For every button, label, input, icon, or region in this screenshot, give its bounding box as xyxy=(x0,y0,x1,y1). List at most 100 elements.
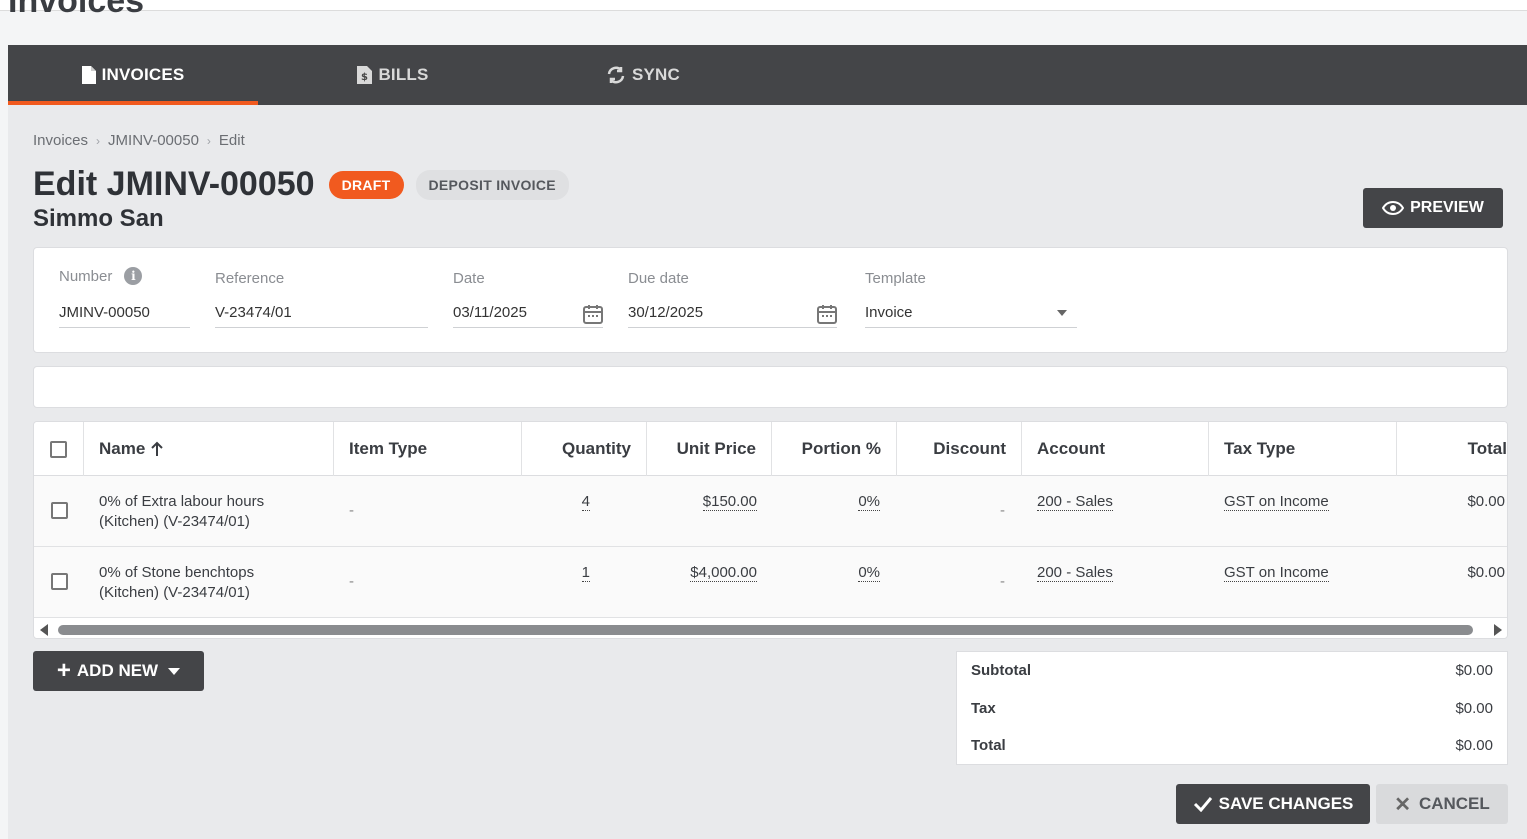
total-label: Total xyxy=(971,737,1006,754)
save-label: SAVE CHANGES xyxy=(1218,794,1354,813)
account[interactable]: 200 - Sales xyxy=(1037,493,1113,511)
tax-value: $0.00 xyxy=(1455,700,1493,717)
reference-input[interactable]: V-23474/01 xyxy=(215,296,428,328)
item-name[interactable]: 0% of Stone benchtops (Kitchen) (V-23474… xyxy=(99,563,254,603)
svg-text:$: $ xyxy=(361,72,368,83)
item-type[interactable]: - xyxy=(349,502,354,519)
preview-label: PREVIEW xyxy=(1410,199,1484,216)
breadcrumb-invoices[interactable]: Invoices xyxy=(33,132,88,149)
discount[interactable]: - xyxy=(1000,502,1005,519)
template-select[interactable]: Invoice xyxy=(865,296,1077,328)
sort-ascending-icon xyxy=(151,441,164,456)
file-icon xyxy=(81,66,96,84)
col-discount[interactable]: Discount xyxy=(897,422,1022,476)
col-account[interactable]: Account xyxy=(1022,422,1209,476)
save-changes-button[interactable]: SAVE CHANGES xyxy=(1176,784,1370,824)
info-icon[interactable]: i xyxy=(124,267,143,285)
account[interactable]: 200 - Sales xyxy=(1037,564,1113,582)
add-new-label: ADD NEW xyxy=(76,661,159,680)
scrollbar-thumb[interactable] xyxy=(58,625,1473,635)
cancel-button[interactable]: ✕ CANCEL xyxy=(1376,784,1508,824)
total-row: Total $0.00 xyxy=(971,737,1493,754)
reference-label: Reference xyxy=(215,270,285,287)
template-value: Invoice xyxy=(865,304,913,321)
line-items-table: Name Item Type Quantity Unit Price Porti… xyxy=(33,421,1508,639)
template-label: Template xyxy=(865,270,926,287)
line-total: $0.00 xyxy=(1467,493,1505,510)
invoice-details-card: Number i JMINV-00050 Reference V-23474/0… xyxy=(33,247,1508,353)
item-name[interactable]: 0% of Extra labour hours (Kitchen) (V-23… xyxy=(99,492,264,532)
col-name[interactable]: Name xyxy=(84,422,334,476)
add-new-button[interactable]: + ADD NEW xyxy=(33,651,204,691)
breadcrumb-invoice-number[interactable]: JMINV-00050 xyxy=(108,132,199,149)
notes-bar xyxy=(33,366,1508,408)
page-title: Edit JMINV-00050 xyxy=(33,165,315,203)
calendar-icon[interactable] xyxy=(817,304,837,324)
item-type[interactable]: - xyxy=(349,573,354,590)
caret-down-icon xyxy=(168,667,181,675)
tax-row: Tax $0.00 xyxy=(971,700,1493,717)
title-row: Edit JMINV-00050 DRAFT DEPOSIT INVOICE xyxy=(33,165,569,204)
date-value: 03/11/2025 xyxy=(453,304,527,321)
col-portion[interactable]: Portion % xyxy=(772,422,897,476)
col-item-type[interactable]: Item Type xyxy=(334,422,522,476)
portion[interactable]: 0% xyxy=(858,564,880,582)
select-all-cell xyxy=(34,422,84,476)
breadcrumb-edit: Edit xyxy=(218,132,245,149)
tab-sync-label: SYNC xyxy=(631,65,681,84)
number-input[interactable]: JMINV-00050 xyxy=(59,296,190,328)
scroll-left-icon[interactable] xyxy=(40,624,48,636)
page-heading: Invoices xyxy=(8,0,145,20)
cancel-label: CANCEL xyxy=(1418,794,1490,813)
col-unit-price[interactable]: Unit Price xyxy=(647,422,772,476)
customer-name: Simmo San xyxy=(33,205,164,232)
calendar-icon[interactable] xyxy=(583,304,603,324)
tax-type[interactable]: GST on Income xyxy=(1224,564,1329,582)
tab-bills[interactable]: $ BILLS xyxy=(268,45,518,105)
row-checkbox[interactable] xyxy=(51,573,68,590)
portion[interactable]: 0% xyxy=(858,493,880,511)
horizontal-scrollbar[interactable] xyxy=(34,620,1507,638)
table-row: 0% of Stone benchtops (Kitchen) (V-23474… xyxy=(34,547,1507,618)
chevron-right-icon: › xyxy=(206,133,211,148)
due-date-label: Due date xyxy=(628,270,689,287)
totals-panel: Subtotal $0.00 Tax $0.00 Total $0.00 xyxy=(956,651,1508,765)
scroll-right-icon[interactable] xyxy=(1494,624,1502,636)
due-date-input[interactable]: 30/12/2025 xyxy=(628,296,837,328)
quantity[interactable]: 1 xyxy=(581,564,590,582)
col-quantity[interactable]: Quantity xyxy=(522,422,647,476)
top-bar xyxy=(0,0,1527,11)
table-header: Name Item Type Quantity Unit Price Porti… xyxy=(34,422,1507,476)
check-icon xyxy=(1193,797,1212,812)
discount[interactable]: - xyxy=(1000,573,1005,590)
unit-price[interactable]: $4,000.00 xyxy=(690,564,757,582)
bill-icon: $ xyxy=(357,66,373,84)
preview-button[interactable]: PREVIEW xyxy=(1363,188,1503,228)
col-total[interactable]: Total xyxy=(1397,422,1507,476)
date-input[interactable]: 03/11/2025 xyxy=(453,296,603,328)
unit-price[interactable]: $150.00 xyxy=(702,493,757,511)
chevron-right-icon: › xyxy=(96,133,101,148)
subtotal-label: Subtotal xyxy=(971,662,1031,679)
row-checkbox[interactable] xyxy=(51,502,68,519)
quantity[interactable]: 4 xyxy=(581,493,590,511)
date-label: Date xyxy=(453,270,485,287)
tab-invoices[interactable]: INVOICES xyxy=(8,45,258,105)
tab-invoices-label: INVOICES xyxy=(101,65,185,84)
subtotal-row: Subtotal $0.00 xyxy=(971,662,1493,679)
total-value: $0.00 xyxy=(1455,737,1493,754)
select-all-checkbox[interactable] xyxy=(50,440,67,458)
status-badge: DRAFT xyxy=(328,170,404,199)
sync-icon xyxy=(607,66,625,84)
line-total: $0.00 xyxy=(1467,564,1505,581)
plus-icon: + xyxy=(56,657,71,684)
main-content: Invoices › JMINV-00050 › Edit Edit JMINV… xyxy=(8,105,1527,839)
col-tax-type[interactable]: Tax Type xyxy=(1209,422,1397,476)
chevron-down-icon xyxy=(1057,310,1067,316)
main-nav: INVOICES $ BILLS SYNC xyxy=(8,45,1527,105)
tax-type[interactable]: GST on Income xyxy=(1224,493,1329,511)
type-badge: DEPOSIT INVOICE xyxy=(415,169,569,200)
due-date-value: 30/12/2025 xyxy=(628,304,704,321)
close-icon: ✕ xyxy=(1394,793,1411,816)
tab-sync[interactable]: SYNC xyxy=(518,45,768,105)
